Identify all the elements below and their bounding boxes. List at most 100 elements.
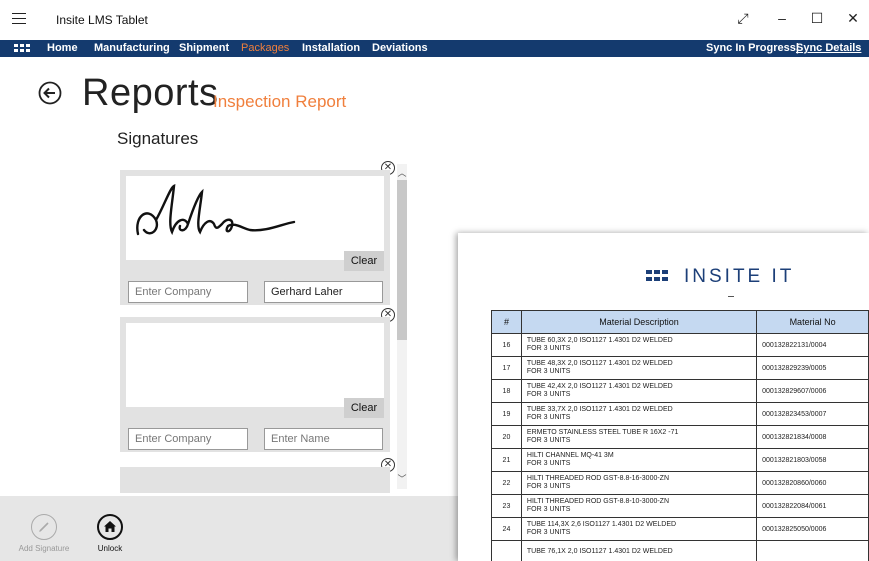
row-material-no — [756, 540, 869, 561]
row-number: 16 — [491, 333, 522, 357]
row-material-no: 000132829239/0005 — [756, 356, 869, 380]
scrollbar-thumb[interactable] — [397, 180, 407, 340]
row-description: TUBE 42,4X 2,0 ISO1127 1.4301 D2 WELDED F… — [520, 379, 758, 403]
description-line: FOR 3 UNITS — [526, 345, 571, 352]
row-number: 24 — [491, 517, 522, 541]
row-number — [491, 540, 522, 561]
sync-details-link[interactable]: Sync Details — [796, 42, 861, 54]
app-window: { "window": { "title": "Insite LMS Table… — [0, 0, 869, 561]
nav-manufacturing[interactable]: Manufacturing — [94, 42, 170, 54]
table-row: 23 HILTI THREADED ROD GST-8.8-10-3000-ZN F… — [491, 494, 869, 518]
table-row: 21 HILTI CHANNEL MQ-41 3M FOR 3 UNITS 00013… — [491, 448, 869, 472]
description-line: FOR 3 UNITS — [526, 368, 571, 375]
nav-deviations[interactable]: Deviations — [372, 42, 428, 54]
row-number: 21 — [491, 448, 522, 472]
hamburger-menu-icon[interactable] — [12, 13, 26, 25]
clear-button[interactable]: Clear — [344, 398, 384, 418]
row-material-no: 000132821834/0008 — [756, 425, 869, 449]
handwritten-signature — [136, 183, 296, 236]
signature-pad[interactable] — [126, 176, 384, 260]
description-line: TUBE 33,7X 2,0 ISO1127 1.4301 D2 WELDED — [526, 406, 673, 413]
nav-shipment[interactable]: Shipment — [179, 42, 229, 54]
close-button[interactable]: ✕ — [843, 10, 863, 27]
description-line: TUBE 76,1X 2,0 ISO1127 1.4301 D2 WELDED — [526, 548, 673, 555]
description-line: FOR 3 UNITS — [526, 437, 571, 444]
clear-button[interactable]: Clear — [344, 251, 384, 271]
row-number: 22 — [491, 471, 522, 495]
pencil-icon — [31, 514, 57, 540]
name-field[interactable]: Enter Name — [264, 428, 383, 450]
unlock-label: Unlock — [97, 544, 123, 553]
row-material-no: 000132825050/0006 — [756, 517, 869, 541]
bottom-app-bar: Add Signature Unlock — [0, 496, 459, 561]
signatures-heading: Signatures — [117, 129, 199, 148]
title-bar: Insite LMS Tablet ⤢ – ☐ ✕ — [0, 0, 869, 40]
insite-logo-icon — [14, 44, 30, 53]
description-line: ERMETO STAINLESS STEEL TUBE R 16X2 -71 — [526, 429, 679, 436]
sync-status: Sync In Progress| — [706, 42, 799, 54]
description-line: TUBE 48,3X 2,0 ISO1127 1.4301 D2 WELDED — [526, 360, 673, 367]
row-description: TUBE 48,3X 2,0 ISO1127 1.4301 D2 WELDED F… — [520, 356, 758, 380]
table-row: TUBE 76,1X 2,0 ISO1127 1.4301 D2 WELDED — [491, 540, 869, 561]
divider — [728, 296, 734, 297]
description-line: FOR 3 UNITS — [526, 483, 571, 490]
description-line: TUBE 60,3X 2,0 ISO1127 1.4301 D2 WELDED — [526, 337, 673, 344]
description-line: HILTI THREADED ROD GST-8.8-10-3000-ZN — [526, 498, 670, 505]
signature-card: Clear Enter Company Gerhard Laher — [120, 170, 390, 305]
materials-table: # Material Description Material No 16 TUB… — [491, 310, 869, 561]
scroll-up-icon[interactable]: ︿ — [397, 166, 407, 179]
description-line: FOR 3 UNITS — [526, 391, 571, 398]
description-line: FOR 3 UNITS — [526, 506, 571, 513]
row-number: 17 — [491, 356, 522, 380]
back-arrow-icon[interactable] — [38, 81, 62, 105]
add-signature-button[interactable]: Add Signature — [14, 514, 74, 553]
row-description: HILTI THREADED ROD GST-8.8-10-3000-ZN FOR… — [520, 494, 758, 518]
unlock-button[interactable]: Unlock — [80, 514, 140, 553]
row-number: 19 — [491, 402, 522, 426]
report-brand-name: INSITE IT — [684, 266, 795, 287]
table-row: 19 TUBE 33,7X 2,0 ISO1127 1.4301 D2 WELDE… — [491, 402, 869, 426]
row-number: 23 — [491, 494, 522, 518]
row-material-no: 000132822084/0061 — [756, 494, 869, 518]
table-row: 17 TUBE 48,3X 2,0 ISO1127 1.4301 D2 WELDE… — [491, 356, 869, 380]
insite-brand-logo-icon — [646, 270, 670, 283]
company-field[interactable]: Enter Company — [128, 281, 248, 303]
row-description: HILTI CHANNEL MQ-41 3M FOR 3 UNITS — [520, 448, 758, 472]
row-material-no: 000132823453/0007 — [756, 402, 869, 426]
nav-packages[interactable]: Packages — [241, 42, 289, 54]
page-subtitle: Inspection Report — [213, 92, 347, 111]
maximize-button[interactable]: ☐ — [807, 10, 827, 27]
add-signature-label: Add Signature — [18, 544, 70, 553]
row-description: HILTI THREADED ROD GST-8.8-16-3000-ZN FOR… — [520, 471, 758, 495]
table-row: 16 TUBE 60,3X 2,0 ISO1127 1.4301 D2 WELDE… — [491, 333, 869, 357]
row-number: 20 — [491, 425, 522, 449]
nav-home[interactable]: Home — [47, 42, 78, 54]
row-description: ERMETO STAINLESS STEEL TUBE R 16X2 -71 FO… — [520, 425, 758, 449]
row-description: TUBE 33,7X 2,0 ISO1127 1.4301 D2 WELDED F… — [520, 402, 758, 426]
name-field[interactable]: Gerhard Laher — [264, 281, 383, 303]
page-title: Reports — [82, 72, 219, 114]
signature-pad[interactable] — [126, 323, 384, 407]
description-line: FOR 3 UNITS — [526, 529, 571, 536]
minimize-button[interactable]: – — [772, 10, 792, 26]
home-icon — [97, 514, 123, 540]
signature-list[interactable]: ✕ Clear Enter Company Gerhard Laher ✕ Cl… — [117, 160, 407, 493]
row-description: TUBE 114,3X 2,6 ISO1127 1.4301 D2 WELDED… — [520, 517, 758, 541]
table-row: 22 HILTI THREADED ROD GST-8.8-16-3000-ZN F… — [491, 471, 869, 495]
row-description: TUBE 60,3X 2,0 ISO1127 1.4301 D2 WELDED F… — [520, 333, 758, 357]
signature-card: Clear Enter Company Enter Name — [120, 317, 390, 452]
scroll-down-icon[interactable]: ﹀ — [397, 472, 407, 485]
expand-icon[interactable]: ⤢ — [733, 10, 753, 27]
row-material-no: 000132829607/0006 — [756, 379, 869, 403]
table-row: 18 TUBE 42,4X 2,0 ISO1127 1.4301 D2 WELDE… — [491, 379, 869, 403]
row-description: TUBE 76,1X 2,0 ISO1127 1.4301 D2 WELDED — [520, 540, 758, 561]
description-line: FOR 3 UNITS — [526, 414, 571, 421]
report-preview[interactable]: INSITE IT # Material Description Materia… — [458, 233, 869, 561]
company-field[interactable]: Enter Company — [128, 428, 248, 450]
column-header-description: Material Description — [520, 310, 758, 334]
nav-bar: Home Manufacturing Shipment Packages Ins… — [0, 40, 869, 57]
table-row: 20 ERMETO STAINLESS STEEL TUBE R 16X2 -71… — [491, 425, 869, 449]
column-header-number: # — [491, 310, 522, 334]
row-number: 18 — [491, 379, 522, 403]
nav-installation[interactable]: Installation — [302, 42, 360, 54]
